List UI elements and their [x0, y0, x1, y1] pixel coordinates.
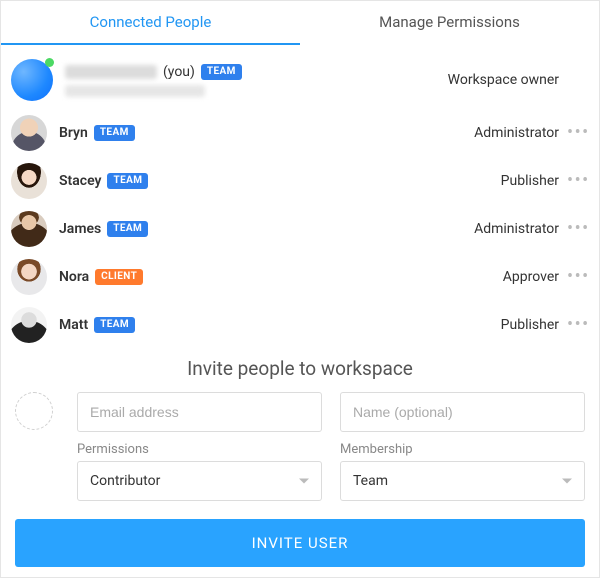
- avatar: [11, 59, 53, 101]
- tabs: Connected People Manage Permissions: [1, 1, 599, 45]
- person-name-column: (you) TEAM: [65, 64, 242, 97]
- membership-value: Team: [353, 473, 388, 489]
- invite-avatar-placeholder: [15, 392, 53, 430]
- you-suffix: (you): [163, 64, 195, 80]
- people-list: (you) TEAM Workspace owner Bryn TEAM Adm…: [1, 45, 599, 349]
- person-email-redacted: [65, 85, 205, 97]
- more-icon[interactable]: •••: [567, 220, 589, 238]
- person-name: Stacey: [59, 173, 101, 189]
- membership-badge: TEAM: [107, 173, 148, 189]
- membership-badge: CLIENT: [95, 269, 143, 285]
- person-row: (you) TEAM Workspace owner: [11, 51, 589, 109]
- tab-manage-permissions[interactable]: Manage Permissions: [300, 1, 599, 45]
- avatar: [11, 163, 47, 199]
- person-role: Administrator: [474, 221, 559, 237]
- person-role: Administrator: [474, 125, 559, 141]
- chevron-down-icon: [562, 479, 572, 484]
- avatar: [11, 115, 47, 151]
- person-row: Nora CLIENT Approver •••: [11, 253, 589, 301]
- more-icon[interactable]: •••: [567, 268, 589, 286]
- invite-user-button[interactable]: INVITE USER: [15, 519, 585, 567]
- name-field[interactable]: [340, 392, 585, 432]
- invite-title: Invite people to workspace: [15, 357, 585, 380]
- person-name: Matt: [59, 317, 88, 333]
- person-role: Publisher: [501, 173, 559, 189]
- membership-badge: TEAM: [94, 125, 135, 141]
- membership-select[interactable]: Team: [340, 461, 585, 501]
- person-row: Matt TEAM Publisher •••: [11, 301, 589, 349]
- person-role: Workspace owner: [448, 72, 559, 88]
- tab-connected-people[interactable]: Connected People: [1, 1, 300, 45]
- person-name: Nora: [59, 269, 89, 285]
- person-row: Bryn TEAM Administrator •••: [11, 109, 589, 157]
- avatar: [11, 307, 47, 343]
- membership-badge: TEAM: [107, 221, 148, 237]
- membership-badge: TEAM: [94, 317, 135, 333]
- membership-badge: TEAM: [201, 64, 242, 80]
- more-icon[interactable]: •••: [567, 316, 589, 334]
- permissions-label: Permissions: [77, 442, 322, 457]
- person-role: Publisher: [501, 317, 559, 333]
- more-icon[interactable]: •••: [567, 172, 589, 190]
- person-row: Stacey TEAM Publisher •••: [11, 157, 589, 205]
- permissions-select[interactable]: Contributor: [77, 461, 322, 501]
- chevron-down-icon: [299, 479, 309, 484]
- avatar: [11, 211, 47, 247]
- person-name: Bryn: [59, 125, 88, 141]
- person-role: Approver: [503, 269, 559, 285]
- membership-label: Membership: [340, 442, 585, 457]
- email-field[interactable]: [77, 392, 322, 432]
- online-status-icon: [45, 58, 54, 67]
- person-name-redacted: [65, 65, 157, 79]
- avatar: [11, 259, 47, 295]
- permissions-value: Contributor: [90, 473, 160, 489]
- person-name: James: [59, 221, 101, 237]
- more-icon[interactable]: •••: [567, 124, 589, 142]
- person-row: James TEAM Administrator •••: [11, 205, 589, 253]
- invite-section: Invite people to workspace Permissions C…: [1, 349, 599, 501]
